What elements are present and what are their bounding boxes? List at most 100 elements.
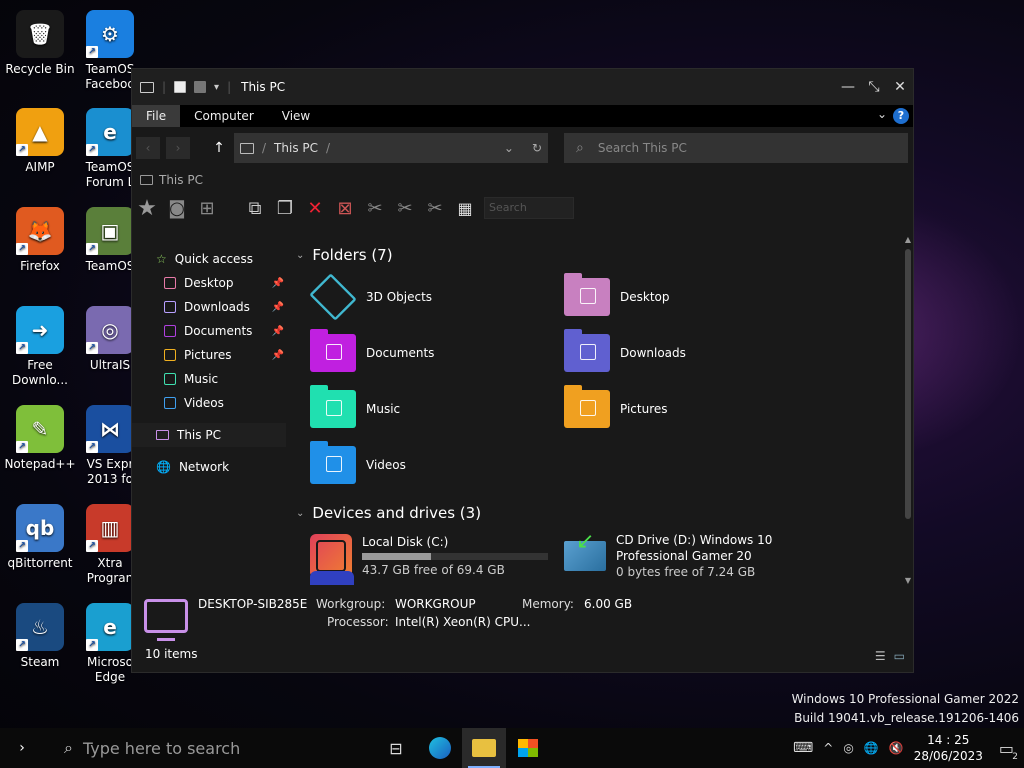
copy-icon[interactable]: ❐ bbox=[274, 197, 296, 219]
vertical-scrollbar[interactable]: ▲ ▼ bbox=[903, 235, 913, 585]
memory-value: 6.00 GB bbox=[584, 597, 633, 611]
computer-icon bbox=[240, 142, 254, 154]
sidebar-item-pictures[interactable]: Pictures 📌 bbox=[132, 343, 292, 367]
forward-button[interactable]: › bbox=[166, 137, 190, 159]
desktop-icon[interactable]: 🗑 Recycle Bin bbox=[2, 10, 78, 77]
sidebar-item-documents[interactable]: Documents 📌 bbox=[132, 319, 292, 343]
expand-icon[interactable]: › bbox=[0, 740, 44, 756]
scissors-icon[interactable]: ✂ bbox=[394, 197, 416, 219]
title-bar[interactable]: | ▾ | This PC — ⤡ ✕ bbox=[132, 69, 913, 105]
customize-quick-access-icon[interactable]: ▾ bbox=[214, 82, 219, 93]
network-icon: 🌐 bbox=[156, 460, 171, 474]
secondary-breadcrumb: This PC bbox=[132, 169, 913, 191]
move-icon[interactable]: ⧉ bbox=[244, 197, 266, 219]
pin-icon[interactable]: 📌 bbox=[272, 350, 284, 361]
edge-icon[interactable] bbox=[418, 728, 462, 768]
task-view-icon[interactable]: ⊟ bbox=[374, 728, 418, 768]
folders-group-header[interactable]: ⌄ Folders (7) bbox=[296, 241, 913, 269]
tab-computer[interactable]: Computer bbox=[180, 105, 268, 127]
file-explorer-icon[interactable] bbox=[462, 728, 506, 768]
drives-group-header[interactable]: ⌄ Devices and drives (3) bbox=[296, 499, 913, 527]
folder-item[interactable]: Pictures bbox=[550, 381, 804, 437]
pin-icon[interactable]: 📌 bbox=[272, 278, 284, 289]
tab-view[interactable]: View bbox=[268, 105, 324, 127]
up-button[interactable]: ↑ bbox=[210, 140, 228, 156]
close-icon[interactable]: ✕ bbox=[887, 79, 913, 95]
network-tray-icon[interactable]: 🌐 bbox=[864, 741, 879, 755]
sidebar-item-this-pc[interactable]: This PC bbox=[132, 423, 286, 447]
sidebar-item-desktop[interactable]: Desktop 📌 bbox=[132, 271, 292, 295]
taskbar-search-input[interactable]: Type here to search bbox=[83, 739, 240, 758]
collapse-icon[interactable]: ⌄ bbox=[296, 508, 304, 519]
desktop-icon[interactable]: ➜ ↗ Free Downlo... bbox=[2, 306, 78, 388]
collapse-icon[interactable]: ⌄ bbox=[296, 250, 304, 261]
camera-tray-icon[interactable]: ◎ bbox=[843, 741, 853, 755]
show-hidden-icons-icon[interactable]: ^ bbox=[823, 741, 833, 755]
scissors-alt-icon[interactable]: ✂ bbox=[424, 197, 446, 219]
pin-icon[interactable]: 📌 bbox=[272, 302, 284, 313]
folder-item[interactable]: Documents bbox=[296, 325, 550, 381]
volume-muted-icon[interactable]: 🔇 bbox=[889, 741, 904, 755]
shortcut-arrow-icon: ↗ bbox=[16, 243, 28, 255]
taskbar-search[interactable]: ⌕ Type here to search bbox=[44, 728, 374, 768]
drive-d[interactable]: ↙ CD Drive (D:) Windows 10 Professional … bbox=[550, 527, 804, 585]
folder-icon bbox=[564, 273, 610, 316]
sidebar-item-music[interactable]: Music bbox=[132, 367, 292, 391]
windows-icon[interactable]: ⊞ bbox=[196, 197, 218, 219]
pin-icon[interactable]: 📌 bbox=[272, 326, 284, 337]
help-icon[interactable]: ? bbox=[893, 108, 909, 124]
shortcut-arrow-icon: ↗ bbox=[86, 243, 98, 255]
sidebar-item-label: Pictures bbox=[184, 348, 232, 362]
star-icon[interactable]: ★ bbox=[136, 196, 158, 221]
folder-item[interactable]: Music bbox=[296, 381, 550, 437]
camera-icon[interactable]: ◙ bbox=[166, 197, 188, 219]
large-icons-view-icon[interactable]: ▭ bbox=[894, 649, 905, 663]
address-bar[interactable]: / This PC / ⌄ ↻ bbox=[234, 133, 548, 163]
desktop-icon[interactable]: qb ↗ qBittorrent bbox=[2, 504, 78, 571]
workgroup-label: Workgroup: bbox=[316, 597, 386, 611]
address-dropdown-icon[interactable]: ⌄ bbox=[504, 141, 514, 155]
star-icon: ☆ bbox=[156, 252, 167, 266]
minimize-icon[interactable]: — bbox=[835, 79, 861, 95]
new-folder-icon[interactable] bbox=[194, 81, 207, 93]
secondary-breadcrumb-label[interactable]: This PC bbox=[159, 173, 203, 187]
command-toolbar: ★ ◙ ⊞ ⧉ ❐ ✕ ⊠ ✂ ✂ ✂ ▦ Search bbox=[132, 191, 913, 225]
sidebar-item-downloads[interactable]: Downloads 📌 bbox=[132, 295, 292, 319]
details-view-icon[interactable]: ☰ bbox=[875, 649, 886, 663]
search-box[interactable]: ⌕ Search This PC bbox=[564, 133, 908, 163]
desktop-icon[interactable]: ✎ ↗ Notepad++ bbox=[2, 405, 78, 472]
scrollbar-thumb[interactable] bbox=[905, 249, 911, 519]
sidebar-item-quick-access[interactable]: ☆ Quick access bbox=[132, 247, 292, 271]
properties-icon[interactable] bbox=[174, 81, 187, 93]
shortcut-arrow-icon: ↗ bbox=[86, 441, 98, 453]
expand-ribbon-icon[interactable]: ⌄ bbox=[877, 107, 887, 121]
clock[interactable]: 14 : 25 28/06/2023 bbox=[914, 732, 983, 764]
cut-icon[interactable]: ✂ bbox=[364, 197, 386, 219]
back-button[interactable]: ‹ bbox=[136, 137, 160, 159]
folder-icon bbox=[164, 397, 176, 409]
folder-item[interactable]: 3D Objects bbox=[296, 269, 550, 325]
store-icon[interactable] bbox=[506, 728, 550, 768]
sidebar-item-videos[interactable]: Videos bbox=[132, 391, 292, 415]
folder-item[interactable]: Videos bbox=[296, 437, 550, 493]
desktop-icon[interactable]: ▲ ↗ AIMP bbox=[2, 108, 78, 175]
scroll-up-icon[interactable]: ▲ bbox=[903, 235, 913, 244]
notifications-icon[interactable]: ▭ 2 bbox=[999, 739, 1018, 762]
maximize-icon[interactable]: ⤡ bbox=[861, 79, 887, 95]
keyboard-icon[interactable]: ⌨ bbox=[793, 740, 813, 756]
search-input[interactable]: Search This PC bbox=[598, 141, 687, 155]
desktop-icon[interactable]: ♨ ↗ Steam bbox=[2, 603, 78, 670]
scroll-down-icon[interactable]: ▼ bbox=[903, 576, 913, 585]
view-grid-icon[interactable]: ▦ bbox=[454, 197, 476, 219]
folder-item[interactable]: Downloads bbox=[550, 325, 804, 381]
toolbar-search-input[interactable]: Search bbox=[484, 197, 574, 219]
computer-icon bbox=[144, 599, 188, 641]
delete-window-icon[interactable]: ⊠ bbox=[334, 197, 356, 219]
folder-label: Downloads bbox=[620, 346, 686, 360]
tab-file[interactable]: File bbox=[132, 105, 181, 127]
refresh-icon[interactable]: ↻ bbox=[532, 141, 542, 155]
delete-icon[interactable]: ✕ bbox=[304, 197, 326, 219]
folder-item[interactable]: Desktop bbox=[550, 269, 804, 325]
sidebar-item-network[interactable]: 🌐 Network bbox=[132, 455, 292, 479]
desktop-icon[interactable]: 🦊 ↗ Firefox bbox=[2, 207, 78, 274]
